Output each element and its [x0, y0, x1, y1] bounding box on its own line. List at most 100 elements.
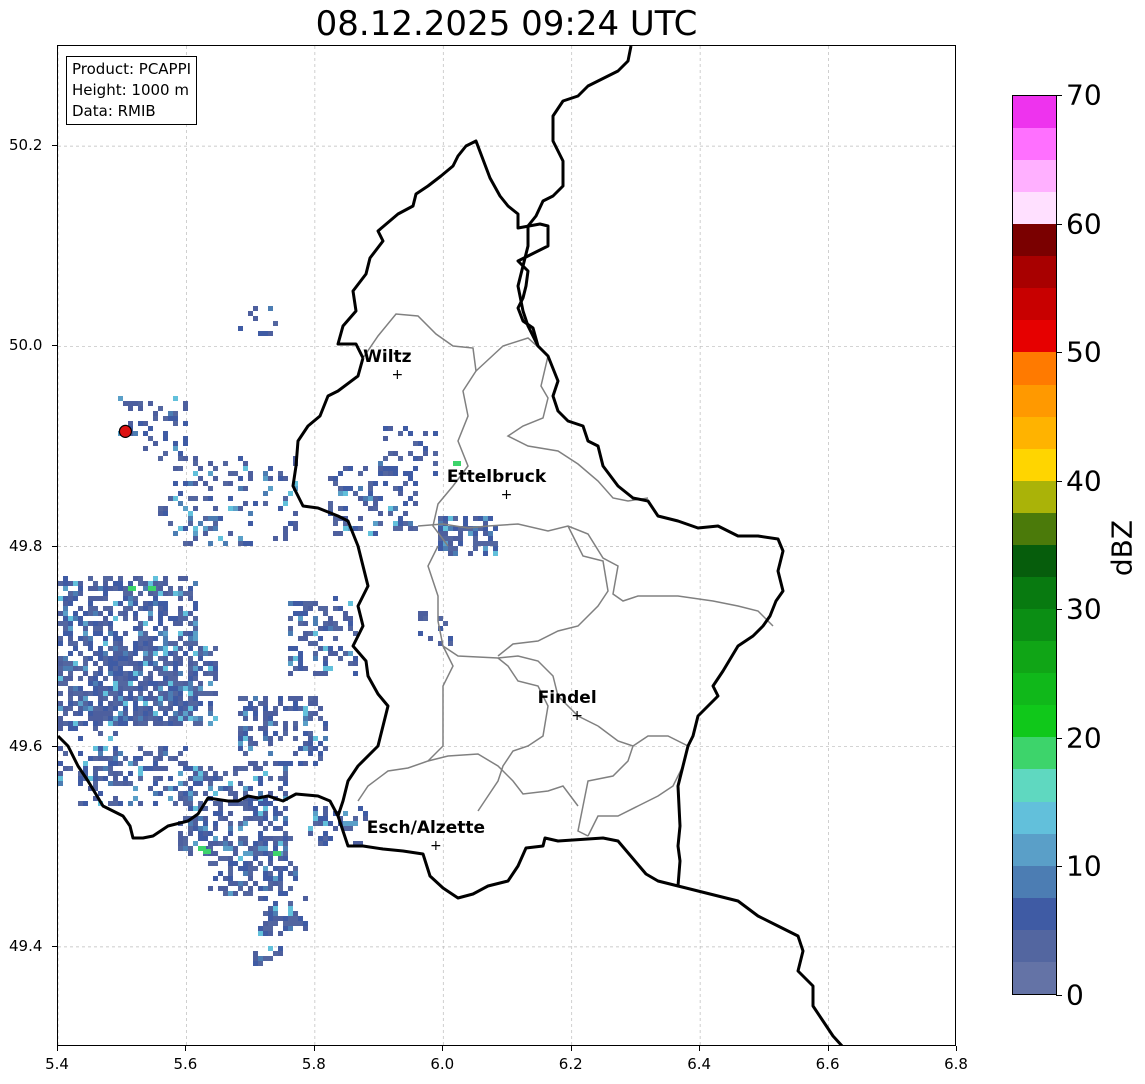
echo-cell — [98, 596, 103, 601]
echo-cell — [108, 706, 113, 711]
echo-cell — [473, 531, 478, 536]
echo-cell — [128, 801, 133, 806]
echo-cell — [303, 666, 308, 671]
echo-cell — [278, 761, 283, 766]
echo-cell — [343, 491, 348, 496]
canton-line-center-1 — [417, 523, 774, 627]
echo-cell — [168, 796, 173, 801]
echo-cell — [208, 721, 213, 726]
echo-cell — [253, 501, 258, 506]
echo-cell — [313, 821, 318, 826]
echo-cell — [278, 856, 283, 861]
echo-cell — [283, 731, 288, 736]
echo-cell — [133, 711, 138, 716]
echo-cell — [353, 491, 358, 496]
echo-cell — [58, 636, 63, 641]
canton-line-remich — [587, 735, 689, 837]
echo-cell — [193, 531, 198, 536]
echo-cell — [58, 656, 63, 661]
echo-cell — [363, 496, 368, 501]
echo-cell — [63, 676, 68, 681]
echo-cell — [243, 816, 248, 821]
echo-cell — [228, 781, 233, 786]
echo-cell — [328, 506, 333, 511]
echo-cell — [93, 671, 98, 676]
echo-cell — [303, 711, 308, 716]
echo-cell — [363, 466, 368, 471]
echo-cell — [473, 536, 478, 541]
echo-cell — [158, 611, 163, 616]
echo-cell — [118, 641, 123, 646]
echo-cell — [178, 761, 183, 766]
echo-cell — [233, 861, 238, 866]
echo-cell — [163, 651, 168, 656]
echo-cell — [153, 626, 158, 631]
echo-cell — [113, 671, 118, 676]
echo-cell — [368, 481, 373, 486]
radar-map[interactable] — [57, 45, 956, 1046]
echo-cell — [258, 926, 263, 931]
echo-cell — [58, 716, 63, 721]
echo-cell — [268, 861, 273, 866]
echo-cell — [113, 776, 118, 781]
echo-cell — [313, 651, 318, 656]
echo-cell — [163, 671, 168, 676]
echo-cell — [178, 636, 183, 641]
echo-cell — [118, 751, 123, 756]
echo-cell — [153, 601, 158, 606]
echo-cell — [243, 501, 248, 506]
echo-cell — [158, 621, 163, 626]
x-tick-label: 5.8 — [301, 1055, 326, 1073]
echo-cell — [308, 631, 313, 636]
colorbar-segment — [1013, 416, 1056, 449]
echo-cell — [138, 606, 143, 611]
echo-cell — [173, 616, 178, 621]
echo-cell — [193, 606, 198, 611]
echo-cell — [398, 431, 403, 436]
echo-cell — [248, 891, 253, 896]
echo-cell — [243, 891, 248, 896]
echo-cell — [228, 506, 233, 511]
echo-cell — [223, 876, 228, 881]
echo-cell — [273, 911, 278, 916]
echo-cell — [153, 581, 158, 586]
echo-cell — [118, 576, 123, 581]
echo-cell — [173, 786, 178, 791]
echo-cell — [273, 866, 278, 871]
echo-cell — [223, 891, 228, 896]
echo-cell — [78, 636, 83, 641]
echo-cell — [183, 611, 188, 616]
echo-cell — [98, 671, 103, 676]
canton-line-south-2 — [477, 657, 549, 812]
colorbar-segment — [1013, 641, 1056, 674]
echo-cell — [93, 626, 98, 631]
echo-cell — [243, 716, 248, 721]
echo-cell — [153, 591, 158, 596]
echo-cell — [208, 661, 213, 666]
echo-cell — [268, 486, 273, 491]
echo-cell — [113, 656, 118, 661]
echo-cell — [178, 681, 183, 686]
echo-cell — [223, 771, 228, 776]
echo-cell — [58, 611, 63, 616]
echo-cell — [113, 696, 118, 701]
echo-cell — [238, 326, 243, 331]
echo-cell — [183, 746, 188, 751]
echo-cell — [123, 671, 128, 676]
echo-cell-strong — [203, 849, 211, 854]
echo-cell — [178, 621, 183, 626]
echo-cell — [288, 836, 293, 841]
echo-cell — [278, 841, 283, 846]
echo-cell — [263, 871, 268, 876]
echo-cell — [118, 721, 123, 726]
echo-cell — [178, 646, 183, 651]
echo-cell — [273, 836, 278, 841]
echo-cell — [143, 646, 148, 651]
x-tick-label: 5.6 — [173, 1055, 198, 1073]
echo-cell — [278, 696, 283, 701]
echo-cell — [98, 721, 103, 726]
echo-cell — [283, 706, 288, 711]
echo-cell — [158, 616, 163, 621]
echo-cell — [188, 496, 193, 501]
echo-cell — [193, 701, 198, 706]
